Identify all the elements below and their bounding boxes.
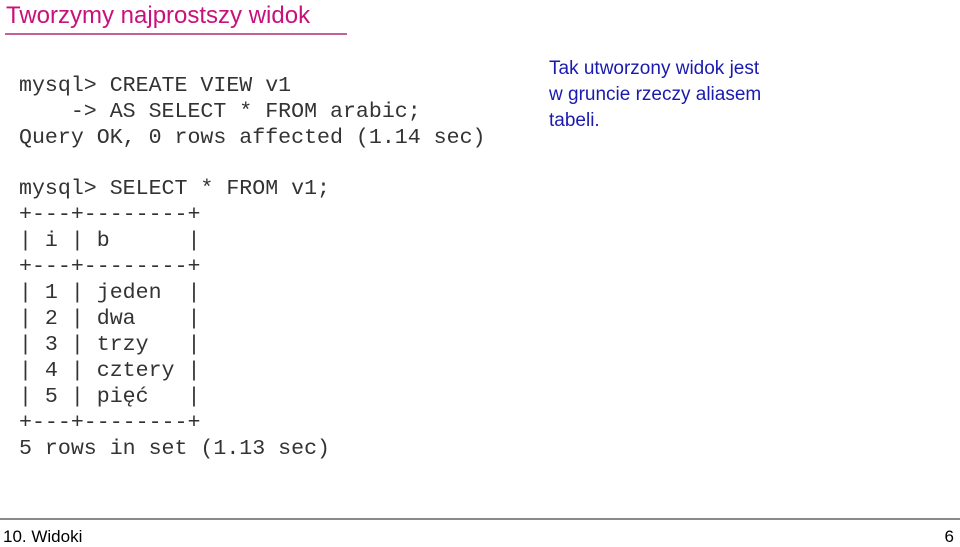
table-row: | 4 | cztery |	[19, 359, 201, 383]
table-row: | 2 | dwa |	[19, 307, 201, 331]
note-text: Tak utworzony widok jest w gruncie rzecz…	[549, 56, 849, 134]
code-line: mysql> SELECT * FROM v1;	[19, 177, 331, 201]
note-line: Tak utworzony widok jest	[549, 58, 760, 79]
page-number: 6	[944, 527, 954, 546]
select-result-code-block: mysql> SELECT * FROM v1; +---+--------+ …	[19, 176, 330, 462]
table-header-row: | i | b |	[19, 229, 201, 253]
table-row: | 1 | jeden |	[19, 281, 201, 305]
table-row: | 5 | pięć |	[19, 385, 201, 409]
code-line: Query OK, 0 rows affected (1.14 sec)	[19, 126, 486, 150]
table-border: +---+--------+	[19, 203, 201, 227]
table-border: +---+--------+	[19, 411, 201, 435]
footer-section: 10. Widoki	[3, 527, 83, 546]
code-line: -> AS SELECT * FROM arabic;	[19, 100, 421, 124]
note-line: tabeli.	[549, 110, 600, 131]
slide-title: Tworzymy najprostszy widok	[6, 2, 311, 29]
title-underline	[5, 33, 347, 35]
code-line: mysql> CREATE VIEW v1	[19, 74, 292, 98]
create-view-code-block: mysql> CREATE VIEW v1 -> AS SELECT * FRO…	[19, 73, 486, 151]
result-summary: 5 rows in set (1.13 sec)	[19, 437, 331, 461]
footer-divider	[0, 518, 960, 520]
table-border: +---+--------+	[19, 255, 201, 279]
note-line: w gruncie rzeczy aliasem	[549, 84, 762, 105]
table-row: | 3 | trzy |	[19, 333, 201, 357]
